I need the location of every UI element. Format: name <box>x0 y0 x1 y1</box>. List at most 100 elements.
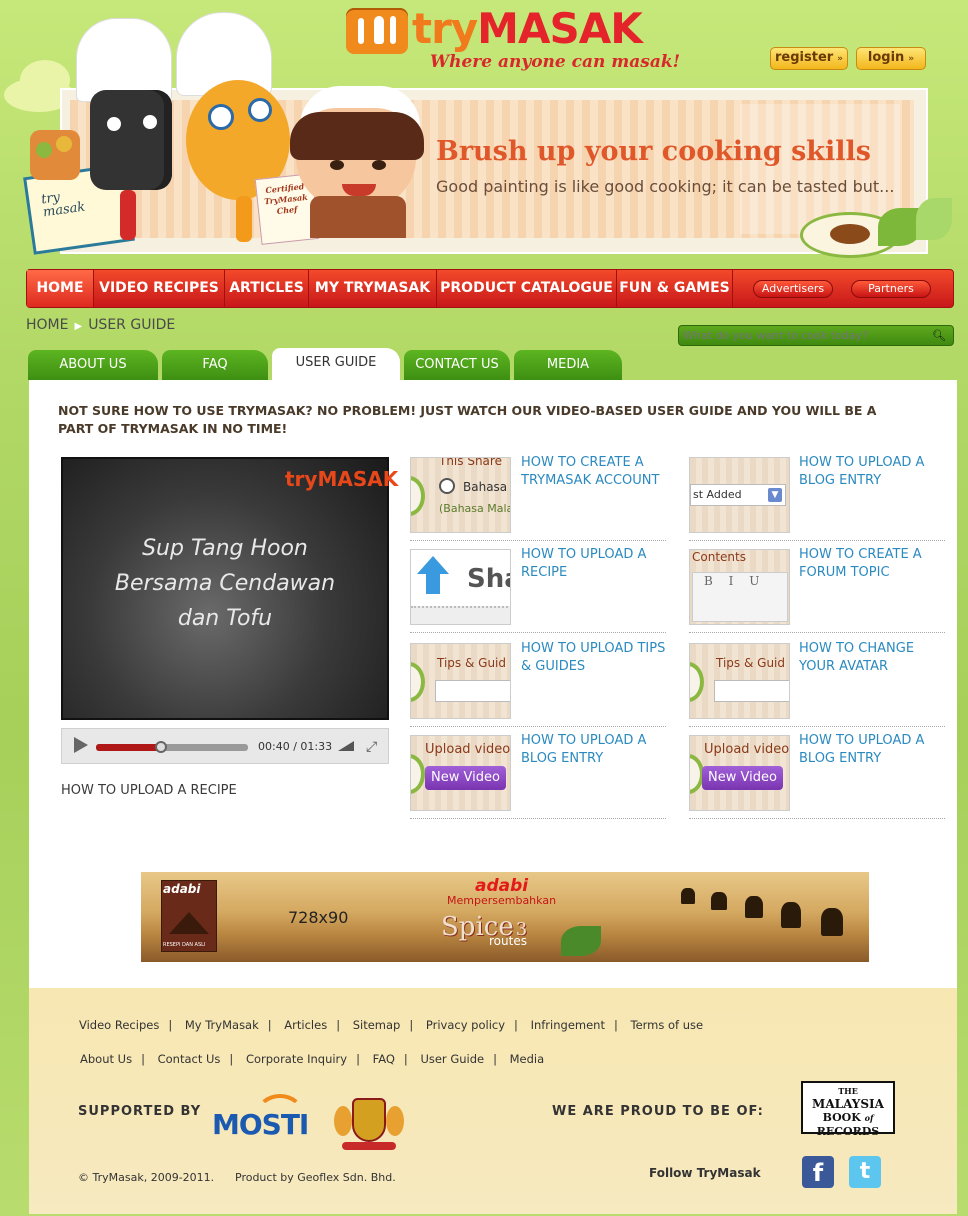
nav-advertisers-button[interactable]: Advertisers <box>753 280 833 298</box>
thumb-input-field <box>714 680 789 702</box>
tab-contact-us[interactable]: CONTACT US <box>404 350 510 380</box>
guide-link-upload-tips[interactable]: HOW TO UPLOAD TIPS & GUIDES <box>521 640 671 676</box>
thumb-text: (Bahasa Mala <box>439 502 511 515</box>
video-progress-handle[interactable] <box>155 741 168 753</box>
spoon-handle <box>236 196 252 242</box>
video-time-total: 01:33 <box>300 740 333 753</box>
footer-link-privacy-policy[interactable]: Privacy policy <box>426 1018 505 1032</box>
double-arrow-right-icon: » <box>908 54 915 64</box>
footer-link-my-trymasak[interactable]: My TryMasak <box>185 1018 259 1032</box>
knife-icon <box>390 16 396 44</box>
breadcrumb-home-link[interactable]: HOME <box>26 317 68 333</box>
footer-link-user-guide[interactable]: User Guide <box>420 1052 484 1066</box>
guide-thumbnail[interactable]: Upload video New Video <box>410 735 511 811</box>
search-icon[interactable]: 🔍︎ <box>929 327 949 344</box>
footer-link-infringement[interactable]: Infringement <box>531 1018 605 1032</box>
guide-link-upload-blog-right[interactable]: HOW TO UPLOAD A BLOG ENTRY <box>799 732 949 768</box>
footer-link-about-us[interactable]: About Us <box>80 1052 132 1066</box>
nav-fun-games[interactable]: FUN & GAMES <box>617 270 733 307</box>
video-time-current: 00:40 <box>258 740 290 753</box>
footer-link-contact-us[interactable]: Contact Us <box>158 1052 221 1066</box>
nav-product-catalogue[interactable]: PRODUCT CATALOGUE <box>437 270 617 307</box>
breadcrumb-current: USER GUIDE <box>88 317 176 333</box>
footer-link-terms-of-use[interactable]: Terms of use <box>631 1018 704 1032</box>
footer-link-faq[interactable]: FAQ <box>373 1052 395 1066</box>
fullscreen-icon[interactable]: ⤢ <box>366 739 377 755</box>
nav-partners-button[interactable]: Partners <box>851 280 931 298</box>
nav-video-recipes[interactable]: VIDEO RECIPES <box>94 270 225 307</box>
chef-eye <box>372 160 386 170</box>
copyright: © TryMasak, 2009-2011. <box>78 1171 215 1184</box>
divider <box>689 632 945 633</box>
binder-ring-decoration <box>411 476 425 516</box>
footer-link-sitemap[interactable]: Sitemap <box>353 1018 401 1032</box>
girl-chef-hair-illustration <box>290 112 424 160</box>
guide-thumbnail[interactable]: st Added ▼ <box>689 457 790 533</box>
nav-home[interactable]: HOME <box>27 270 94 307</box>
ad-box-caption: RESEPI DAN ASLI <box>163 942 206 948</box>
logo-wordmark: tryMASAK <box>412 4 643 53</box>
divider <box>410 726 666 727</box>
video-watermark-logo: tryMASAK <box>285 467 399 491</box>
girl-chef-body-illustration <box>310 196 406 238</box>
site-logo[interactable]: tryMASAK Where anyone can masak! <box>346 4 680 78</box>
tab-faq[interactable]: FAQ <box>162 350 268 380</box>
play-icon[interactable] <box>74 737 88 753</box>
malaysia-book-of-records-logo[interactable]: THE MALAYSIA BOOK of RECORDS <box>801 1081 895 1138</box>
guide-link-create-account[interactable]: HOW TO CREATE A TRYMASAK ACCOUNT <box>521 454 671 490</box>
footer-link-corporate-inquiry[interactable]: Corporate Inquiry <box>246 1052 347 1066</box>
tab-user-guide[interactable]: USER GUIDE <box>272 348 400 380</box>
spatula-handle <box>120 190 136 240</box>
divider <box>689 726 945 727</box>
thumb-text: This Share <box>439 457 502 468</box>
footer-link-articles[interactable]: Articles <box>284 1018 327 1032</box>
logo-utensil-box <box>346 8 408 54</box>
divider <box>410 540 666 541</box>
footer-link-media[interactable]: Media <box>510 1052 545 1066</box>
binder-ring-decoration <box>411 662 425 702</box>
advertisement-banner[interactable]: adabi RESEPI DAN ASLI 728x90 adabi Mempe… <box>141 872 869 962</box>
proud-to-be-label: WE ARE PROUD TO BE OF: <box>552 1104 764 1119</box>
guide-thumbnail[interactable]: Contents B I U <box>689 549 790 625</box>
thumb-text: Upload video <box>425 742 511 757</box>
volume-icon[interactable] <box>338 741 354 751</box>
tab-media[interactable]: MEDIA <box>514 350 622 380</box>
nav-my-trymasak[interactable]: MY TRYMASAK <box>309 270 437 307</box>
scalloped-edge-decoration <box>411 606 510 624</box>
divider <box>689 818 945 819</box>
footer-links-row-1: Video Recipes | My TryMasak | Articles | Si… <box>79 1018 704 1032</box>
breadcrumb: HOME ▶ USER GUIDE <box>26 317 175 333</box>
facebook-icon[interactable]: f <box>802 1156 834 1188</box>
footer-links-row-2: About Us | Contact Us | Corporate Inquiry |… <box>80 1052 545 1066</box>
register-button[interactable]: register» <box>770 47 848 70</box>
guide-thumbnail[interactable]: Sha <box>410 549 511 625</box>
video-caption: HOW TO UPLOAD A RECIPE <box>61 783 237 798</box>
tab-about-us[interactable]: ABOUT US <box>28 350 158 380</box>
guide-link-change-avatar[interactable]: HOW TO CHANGE YOUR AVATAR <box>799 640 949 676</box>
guide-link-upload-blog-left[interactable]: HOW TO UPLOAD A BLOG ENTRY <box>521 732 671 768</box>
guide-link-upload-blog[interactable]: HOW TO UPLOAD A BLOG ENTRY <box>799 454 949 490</box>
book-label: try masak <box>40 189 87 221</box>
video-player[interactable]: tryMASAK Sup Tang Hoon Bersama Cendawan … <box>61 457 398 720</box>
chevron-right-icon: ▶ <box>74 321 83 332</box>
mbr-text: MALAYSIA <box>812 1097 884 1111</box>
guide-link-upload-recipe[interactable]: HOW TO UPLOAD A RECIPE <box>521 546 671 582</box>
ad-presents: Mempersembahkan <box>447 894 557 907</box>
spoon-icon <box>374 16 384 44</box>
guide-thumbnail[interactable]: Tips & Guid <box>410 643 511 719</box>
guide-link-create-forum-topic[interactable]: HOW TO CREATE A FORUM TOPIC <box>799 546 949 582</box>
food-illustration <box>830 224 870 244</box>
login-button[interactable]: login» <box>856 47 926 70</box>
mosti-logo[interactable]: MOSTI <box>212 1108 309 1141</box>
nav-articles[interactable]: ARTICLES <box>225 270 309 307</box>
footer-link-video-recipes[interactable]: Video Recipes <box>79 1018 159 1032</box>
guide-thumbnail[interactable]: Upload video New Video <box>689 735 790 811</box>
search-bar: 🔍︎ <box>678 325 954 346</box>
chef-eye <box>248 98 272 122</box>
search-input[interactable] <box>683 328 929 343</box>
binder-ring-decoration <box>411 754 425 794</box>
upload-arrow-icon <box>417 556 449 596</box>
twitter-icon[interactable]: t <box>849 1156 881 1188</box>
guide-thumbnail[interactable]: Tips & Guid <box>689 643 790 719</box>
guide-thumbnail[interactable]: This Share Bahasa (Bahasa Mala <box>410 457 511 533</box>
